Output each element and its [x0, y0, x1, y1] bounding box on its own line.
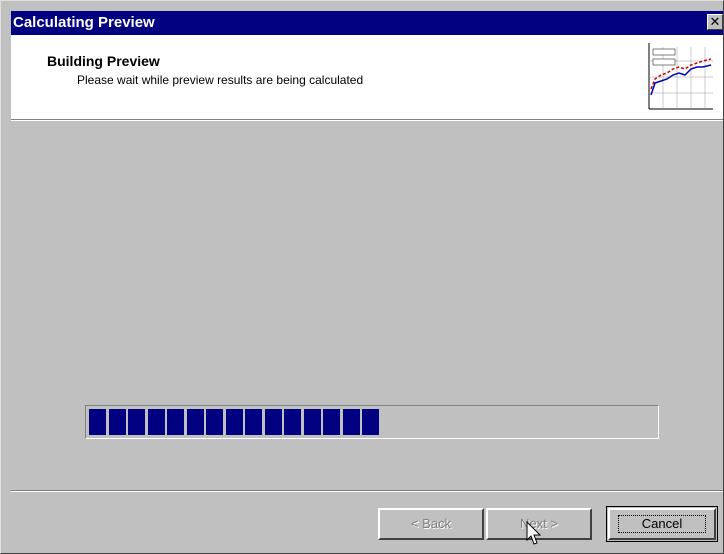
progress-block [187, 409, 204, 435]
progress-block [284, 409, 301, 435]
title-bar: Calculating Preview ✕ [11, 11, 723, 35]
progress-block [167, 409, 184, 435]
focus-rect [618, 515, 706, 533]
cancel-button[interactable]: Cancel [608, 508, 716, 540]
wizard-window: Calculating Preview ✕ Building Preview P… [0, 0, 724, 554]
chart-preview-icon [639, 39, 715, 115]
header-divider-highlight [11, 120, 723, 121]
footer-divider-highlight [11, 491, 723, 492]
window-title: Calculating Preview [13, 14, 155, 31]
progress-block [265, 409, 282, 435]
close-icon: ✕ [709, 14, 721, 29]
progress-block [323, 409, 340, 435]
progress-block [109, 409, 126, 435]
header-title: Building Preview [47, 53, 160, 69]
progress-block [245, 409, 262, 435]
progress-bar [85, 405, 659, 439]
progress-block [148, 409, 165, 435]
close-button[interactable]: ✕ [707, 14, 723, 30]
progress-block [362, 409, 379, 435]
progress-track [89, 409, 655, 435]
header-subtitle: Please wait while preview results are be… [77, 73, 364, 87]
progress-block [226, 409, 243, 435]
mouse-cursor-icon [526, 521, 542, 545]
progress-block [304, 409, 321, 435]
progress-block [343, 409, 360, 435]
progress-block [128, 409, 145, 435]
progress-block [206, 409, 223, 435]
back-button[interactable]: < Back [378, 508, 484, 540]
wizard-header: Building Preview Please wait while previ… [11, 35, 723, 119]
progress-block [89, 409, 106, 435]
